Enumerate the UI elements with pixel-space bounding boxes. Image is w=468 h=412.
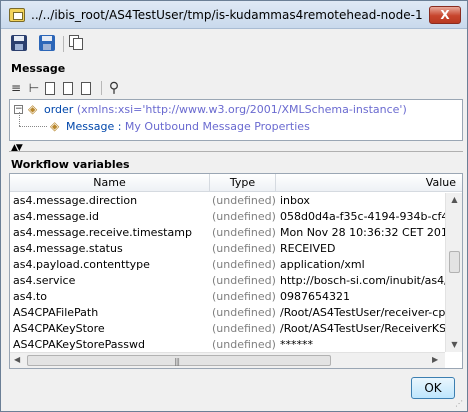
cell-type: (undefined) [212,338,276,351]
message-section-header: Message [1,59,467,77]
scroll-left-icon[interactable]: ◀ [14,355,20,364]
cell-name: as4.message.id [13,210,99,223]
vertical-scroll-thumb[interactable] [449,251,460,273]
cell-name: as4.message.status [13,242,123,255]
cell-value: inbox [280,194,310,207]
hex-document-icon[interactable] [63,82,73,95]
cell-value: 0987654321 [280,290,350,303]
save-icon [11,35,27,51]
column-header-name[interactable]: Name [10,174,210,192]
element-icon: ◈ [50,119,60,133]
title-bar[interactable]: ../../ibis_root/AS4TestUser/tmp/is-kudam… [1,1,467,29]
column-header-value[interactable]: Value [276,174,462,192]
cell-type: (undefined) [212,258,276,271]
grip-icon: ||| [174,357,180,366]
tree-node-label: order [44,103,74,116]
horizontal-scroll-thumb[interactable]: ||| [27,355,331,366]
cell-type: (undefined) [212,226,276,239]
document-icon[interactable] [45,82,55,95]
search-icon[interactable]: ⚲ [107,81,121,95]
cell-value: ****** [280,338,313,351]
cell-name: as4.service [13,274,76,287]
cell-type: (undefined) [212,274,276,287]
workflow-variables-table: Name Type Value as4.message.direction (u… [9,173,463,369]
tree-node-label: Message [66,120,115,133]
cell-name: as4.to [13,290,48,303]
table-header: Name Type Value [10,174,462,192]
message-tree: − ◈ order (xmlns:xsi='http://www.w3.org/… [9,99,463,141]
toolbar-separator [63,36,64,52]
cell-value: application/xml [280,258,365,271]
tree-node-separator: : [114,120,125,133]
scroll-up-icon[interactable]: ▲ [450,195,459,204]
cell-value: RECEIVED [280,242,336,255]
table-row[interactable]: as4.message.id (undefined) 058d0d4a-f35c… [10,209,450,225]
cell-value: /Root/AS4TestUser/ReceiverKS.jks [280,322,450,335]
scroll-down-icon[interactable]: ▼ [450,340,459,349]
cell-type: (undefined) [212,290,276,303]
app-icon [9,8,25,22]
table-row[interactable]: as4.to (undefined) 0987654321 [10,289,444,305]
cell-name: as4.message.direction [13,194,138,207]
cell-type: (undefined) [212,242,276,255]
copy-button[interactable] [69,35,87,53]
cell-value: 058d0d4a-f35c-4194-934b-cf48d9 [280,210,450,223]
cell-value: Mon Nov 28 10:36:32 CET 2016 [280,226,450,239]
resize-grip-icon[interactable]: ⋰ [455,399,463,408]
vertical-scrollbar[interactable]: ▲ ▼ [445,193,462,352]
table-row[interactable]: as4.message.status (undefined) RECEIVED [10,241,444,257]
tree-node-order[interactable]: − ◈ order (xmlns:xsi='http://www.w3.org/… [10,102,460,118]
tree-structure-icon[interactable]: ⊢ [27,81,41,95]
ok-button[interactable]: OK [411,377,455,399]
save-all-icon [39,35,55,51]
cell-value: /Root/AS4TestUser/receiver-cpa-r [280,306,450,319]
copy-icon [69,35,83,51]
cell-type: (undefined) [212,194,276,207]
tree-node-attribute: (xmlns:xsi='http://www.w3.org/2001/XMLSc… [76,103,407,116]
table-row[interactable]: AS4CPAKeyStore (undefined) /Root/AS4Test… [10,321,450,337]
cell-type: (undefined) [212,210,276,223]
cell-name: AS4CPAKeyStorePasswd [13,338,145,351]
scroll-right-icon[interactable]: ▶ [432,355,438,364]
toolbar-separator [101,81,102,95]
main-toolbar [7,33,467,55]
tree-node-message[interactable]: ◈ Message : My Outbound Message Properti… [10,118,450,134]
tree-node-value: My Outbound Message Properties [124,120,310,133]
cell-type: (undefined) [212,306,276,319]
table-row[interactable]: AS4CPAKeyStorePasswd (undefined) ****** [10,337,444,353]
message-toolbar: ≡ ⊢ ⚲ [9,81,309,97]
cell-name: as4.payload.contenttype [13,258,150,271]
save-all-button[interactable] [39,35,57,53]
horizontal-scrollbar[interactable]: ◀ ||| ▶ [10,352,445,368]
table-row[interactable]: as4.service (undefined) http://bosch-si.… [10,273,450,289]
column-header-type[interactable]: Type [210,174,276,192]
table-row[interactable]: as4.payload.contenttype (undefined) appl… [10,257,444,273]
dialog-window: ../../ibis_root/AS4TestUser/tmp/is-kudam… [0,0,468,412]
cell-type: (undefined) [212,322,276,335]
list-icon[interactable]: ≡ [9,81,23,95]
element-icon: ◈ [28,102,38,116]
close-button[interactable]: X [429,6,461,24]
cell-name: AS4CPAFilePath [13,306,99,319]
cell-value: http://bosch-si.com/inubit/as4/sigr [280,274,450,287]
workflow-section-header: Workflow variables [1,155,467,173]
table-row[interactable]: AS4CPAFilePath (undefined) /Root/AS4Test… [10,305,450,321]
splitter[interactable] [9,151,463,152]
table-row[interactable]: as4.message.receive.timestamp (undefined… [10,225,450,241]
export-document-icon[interactable] [81,82,91,95]
save-button[interactable] [11,35,29,53]
cell-name: AS4CPAKeyStore [13,322,105,335]
cell-name: as4.message.receive.timestamp [13,226,192,239]
table-row[interactable]: as4.message.direction (undefined) inbox [10,193,444,209]
window-title: ../../ibis_root/AS4TestUser/tmp/is-kudam… [31,8,423,22]
